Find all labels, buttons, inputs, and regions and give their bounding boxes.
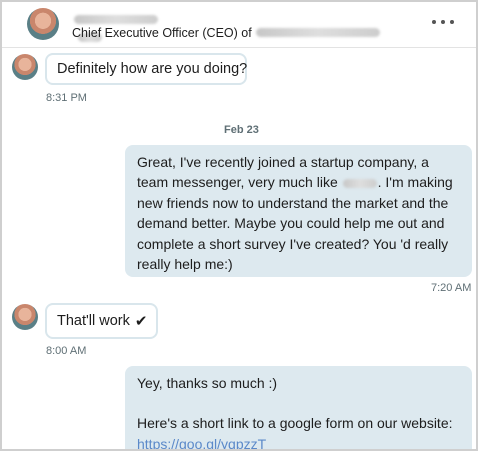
message-timestamp: 7:20 AM	[431, 282, 472, 294]
message-timestamp: 8:00 AM	[46, 345, 87, 357]
message-timestamp: 8:31 PM	[46, 92, 87, 104]
contact-headline-text: Chief Executive Officer (CEO) of	[72, 26, 252, 40]
message-line: Yey, thanks so much :)	[137, 375, 278, 391]
checkmark-icon: ✔	[134, 313, 148, 330]
redacted-company-blur	[255, 28, 380, 38]
message-text: Definitely how are you doing?	[57, 61, 248, 77]
incoming-message-bubble: Definitely how are you doing?	[45, 53, 247, 85]
redacted-name-blur	[74, 15, 158, 25]
date-divider: Feb 23	[224, 124, 259, 136]
conversation-window: Chief Executive Officer (CEO) of Definit…	[0, 0, 478, 451]
sender-avatar	[12, 304, 38, 330]
message-line: Here's a short link to a google form on …	[137, 415, 453, 432]
outgoing-message-bubble: Great, I've recently joined a startup co…	[125, 145, 472, 277]
contact-headline: Chief Executive Officer (CEO) of	[72, 26, 380, 40]
contact-avatar[interactable]	[27, 8, 59, 40]
redacted-product-blur	[342, 179, 377, 189]
more-options-icon[interactable]	[432, 20, 462, 30]
conversation-header: Chief Executive Officer (CEO) of	[2, 2, 476, 48]
incoming-message-bubble: That'll work ✔	[45, 303, 158, 339]
sender-avatar	[12, 54, 38, 80]
outgoing-message-bubble: Yey, thanks so much :) Here's a short li…	[125, 366, 472, 449]
survey-link[interactable]: https://goo.gl/yqpzzT	[137, 436, 266, 449]
message-text: That'll work	[57, 313, 130, 329]
